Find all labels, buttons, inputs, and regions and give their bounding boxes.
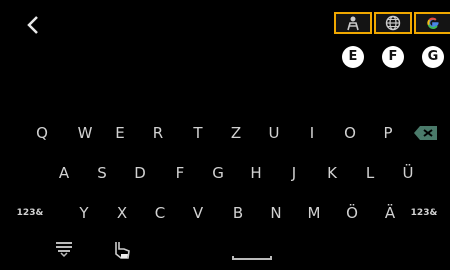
key[interactable]: S (90, 158, 114, 188)
key[interactable]: W (73, 118, 97, 148)
key[interactable]: P (376, 118, 400, 148)
key[interactable]: I (300, 118, 324, 148)
key[interactable]: M (302, 198, 326, 228)
backspace-icon[interactable] (412, 124, 440, 142)
key[interactable]: R (146, 118, 170, 148)
pen-person-icon (347, 16, 359, 31)
key[interactable]: G (206, 158, 230, 188)
key[interactable]: O (338, 118, 362, 148)
touch-hand-icon[interactable] (110, 240, 132, 260)
google-mode-button[interactable] (414, 12, 450, 34)
keyboard-row-1: Q W E R T Z U I O P (0, 118, 450, 148)
key[interactable]: U (262, 118, 286, 148)
marker-f: F (382, 46, 404, 68)
key[interactable]: J (282, 158, 306, 188)
chevron-left-icon (27, 16, 38, 34)
key[interactable]: H (244, 158, 268, 188)
key[interactable]: D (128, 158, 152, 188)
handwriting-mode-button[interactable] (334, 12, 372, 34)
key[interactable]: Q (30, 118, 54, 148)
keyboard-bottom-bar (0, 238, 450, 266)
space-bar-icon[interactable] (232, 256, 272, 260)
keyboard-row-2: A S D F G H J K L Ü (0, 158, 450, 188)
language-mode-button[interactable] (374, 12, 412, 34)
key[interactable]: E (108, 118, 132, 148)
numeric-toggle-right[interactable]: 123& (408, 198, 440, 228)
callout-markers: E F G (334, 46, 450, 70)
keyboard-row-3: 123& Y X C V B N M Ö Ä 123& (0, 198, 450, 228)
key[interactable]: Ü (396, 158, 420, 188)
key[interactable]: C (148, 198, 172, 228)
globe-icon (385, 15, 401, 31)
key[interactable]: F (168, 158, 192, 188)
keyboard-hide-icon[interactable] (54, 240, 74, 258)
google-icon (427, 17, 439, 29)
key[interactable]: Ä (378, 198, 402, 228)
marker-e: E (342, 46, 364, 68)
marker-g: G (422, 46, 444, 68)
key[interactable]: X (110, 198, 134, 228)
key[interactable]: N (264, 198, 288, 228)
key[interactable]: Ö (340, 198, 364, 228)
back-button[interactable] (26, 14, 48, 40)
input-mode-buttons (334, 12, 450, 34)
key[interactable]: L (358, 158, 382, 188)
key[interactable]: B (226, 198, 250, 228)
key[interactable]: T (186, 118, 210, 148)
key[interactable]: V (186, 198, 210, 228)
key[interactable]: A (52, 158, 76, 188)
numeric-toggle-left[interactable]: 123& (14, 198, 46, 228)
key[interactable]: Y (72, 198, 96, 228)
key[interactable]: Z (224, 118, 248, 148)
key[interactable]: K (320, 158, 344, 188)
